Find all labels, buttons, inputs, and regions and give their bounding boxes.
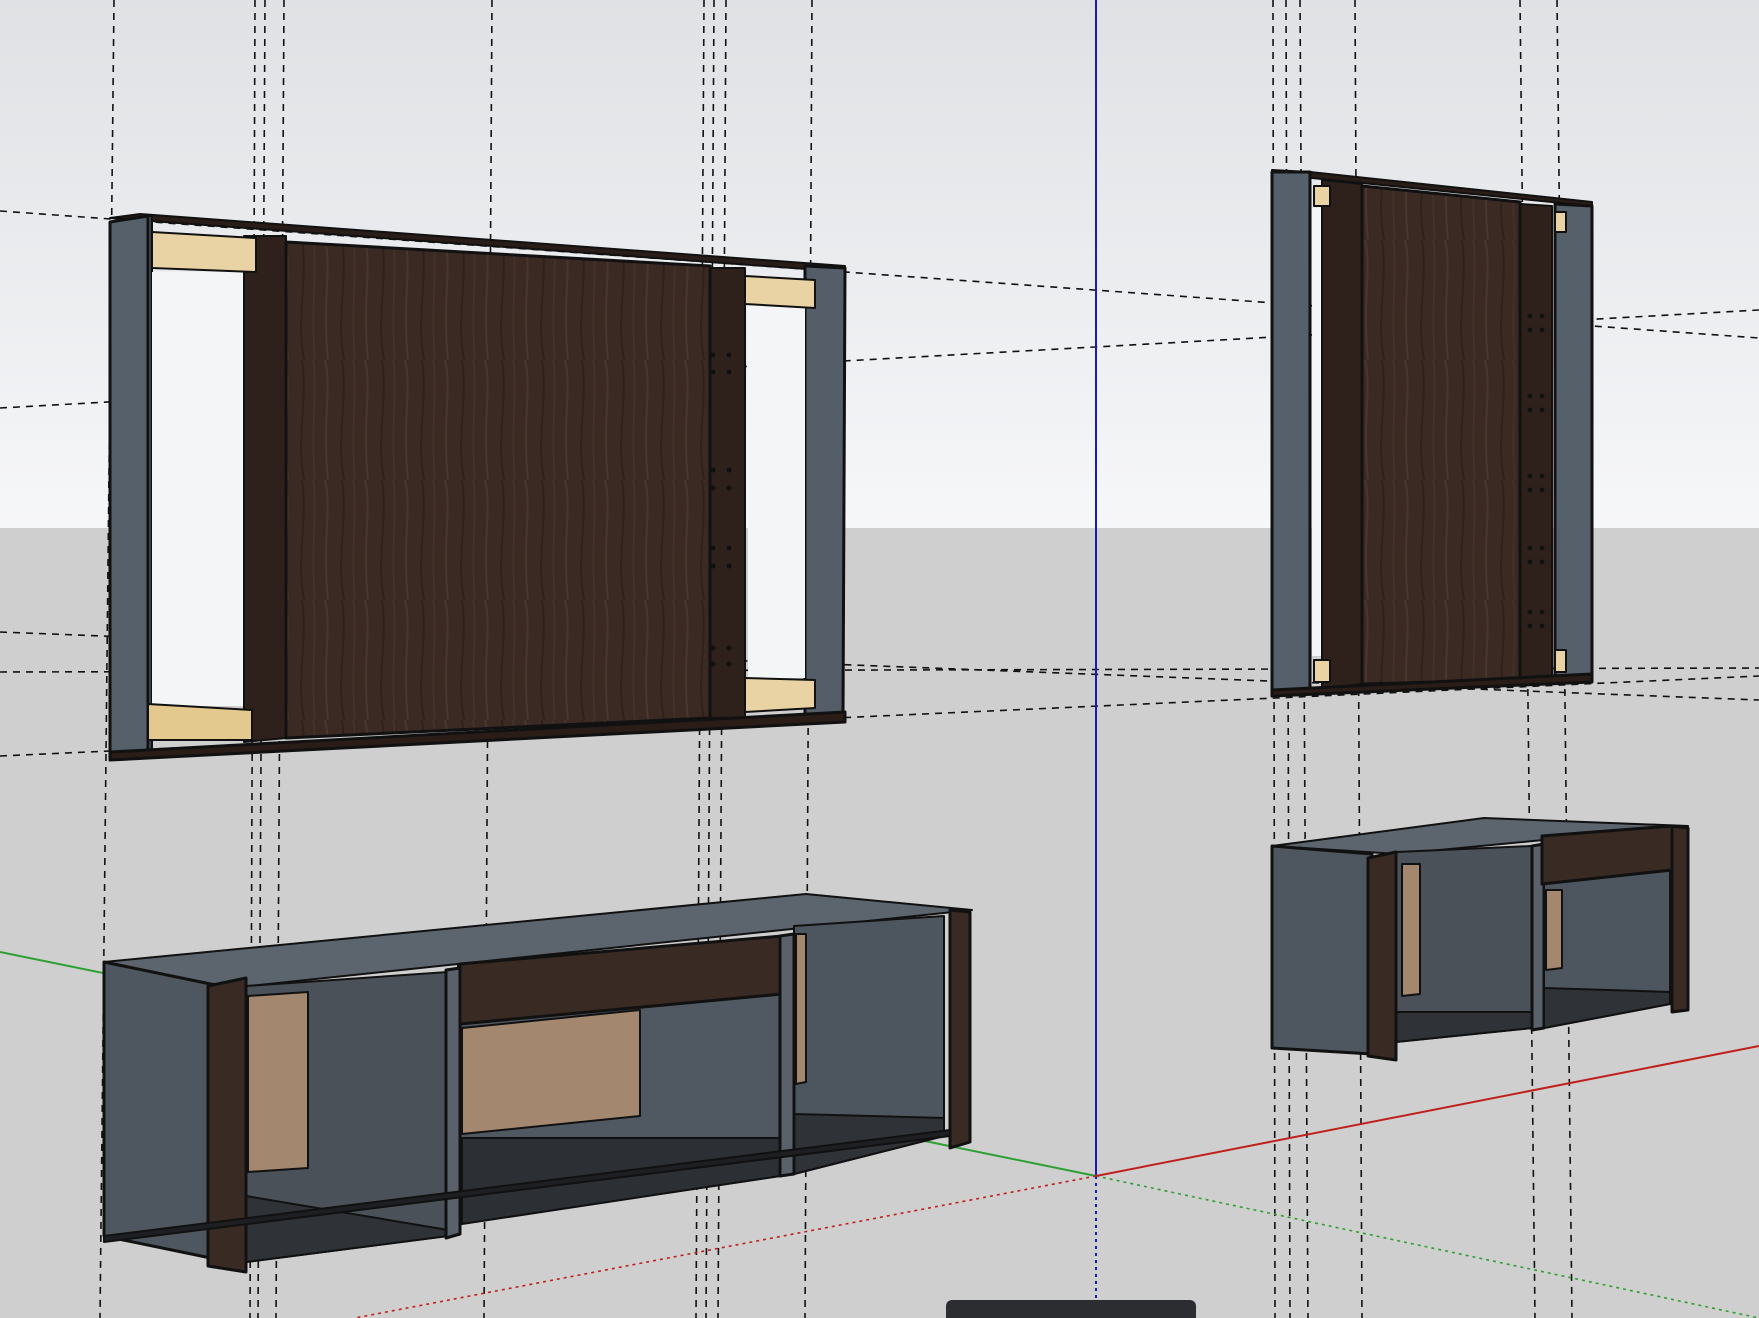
blocking-top-left (151, 231, 257, 273)
status-bar-tab[interactable] (946, 1300, 1196, 1318)
wall-frame-left[interactable] (108, 213, 847, 762)
wall-frame-right[interactable] (1270, 169, 1594, 698)
blocking-bottom-left (147, 703, 253, 741)
3d-viewport[interactable] (0, 0, 1759, 1318)
blocking-bottom-right (744, 677, 816, 713)
walnut-panel-right (1360, 184, 1522, 686)
blocking-top-right (744, 275, 816, 309)
walnut-panel-left (284, 240, 712, 740)
